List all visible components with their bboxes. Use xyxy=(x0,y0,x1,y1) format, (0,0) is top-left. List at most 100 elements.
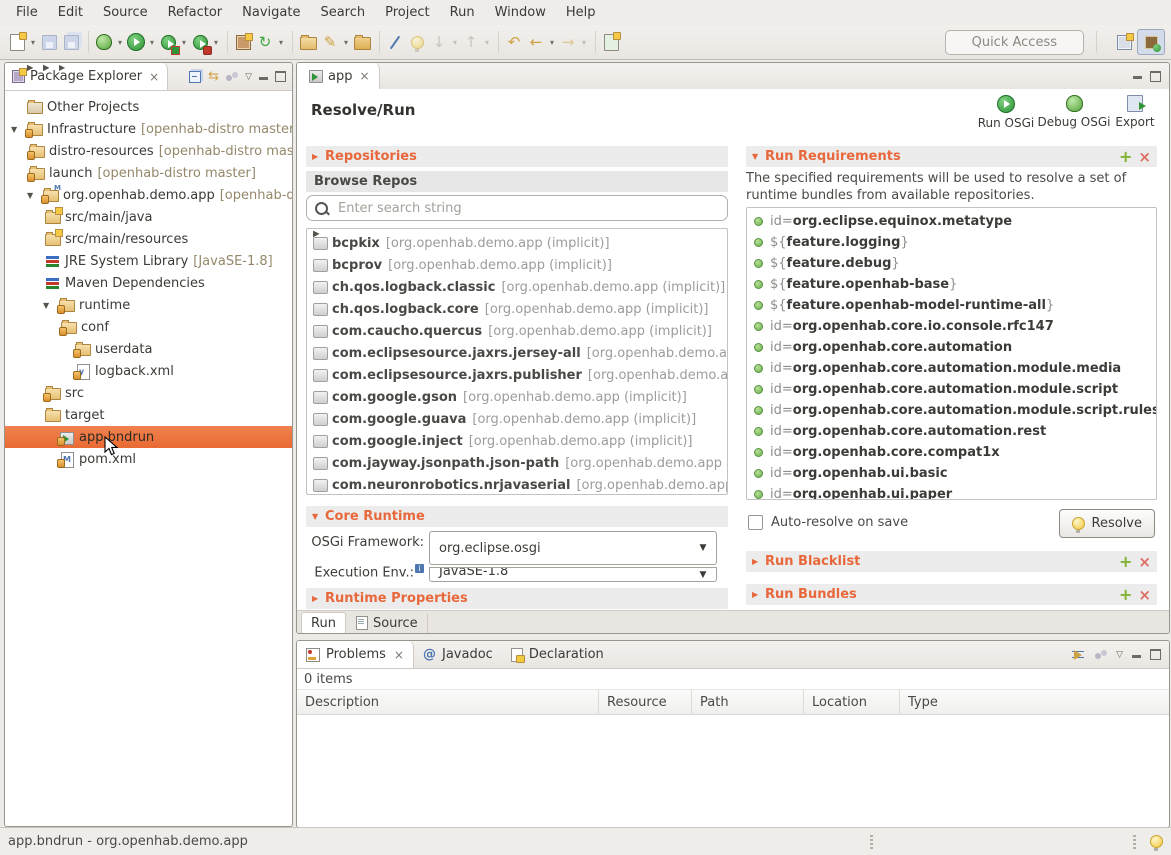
repo-row[interactable]: com.eclipsesource.jaxrs.publisher[org.op… xyxy=(307,364,727,386)
maximize-view-icon[interactable] xyxy=(275,71,286,82)
add-requirement-icon[interactable]: + xyxy=(1119,147,1132,166)
mark-occurrences-icon[interactable] xyxy=(384,30,406,54)
maximize-view-icon[interactable] xyxy=(1150,649,1161,660)
repo-row[interactable]: com.caucho.quercus[org.openhab.demo.app … xyxy=(307,320,727,342)
column-location[interactable]: Location xyxy=(804,690,900,714)
tree-item-conf[interactable]: conf xyxy=(5,316,292,338)
column-path[interactable]: Path xyxy=(692,690,804,714)
new-wizard-icon[interactable] xyxy=(6,30,28,54)
minimize-view-icon[interactable] xyxy=(1132,655,1141,658)
requirement-row[interactable]: id=org.openhab.core.compat1x xyxy=(747,442,1156,463)
export-button[interactable]: Export xyxy=(1111,95,1159,143)
repo-row[interactable]: com.google.guava[org.openhab.demo.app (i… xyxy=(307,408,727,430)
bnd-release-icon[interactable]: ↻ xyxy=(254,30,276,54)
tree-item-src-main-resources[interactable]: src/main/resources xyxy=(5,228,292,250)
external-tools-dropdown[interactable]: ▾ xyxy=(341,30,351,54)
add-blacklist-icon[interactable]: + xyxy=(1119,552,1132,571)
tree-item-app-bndrun[interactable]: app.bndrun xyxy=(5,426,292,448)
new-java-project-icon[interactable] xyxy=(232,30,254,54)
menu-search[interactable]: Search xyxy=(310,2,375,23)
menu-edit[interactable]: Edit xyxy=(48,2,93,23)
menu-project[interactable]: Project xyxy=(375,2,439,23)
column-type[interactable]: Type xyxy=(900,690,1169,714)
tree-item-maven-dependencies[interactable]: Maven Dependencies xyxy=(5,272,292,294)
run-osgi-button[interactable]: Run OSGi xyxy=(975,95,1037,143)
repo-row[interactable]: com.neuronrobotics.nrjavaserial[org.open… xyxy=(307,474,727,495)
tab-problems[interactable]: Problems × xyxy=(297,641,414,668)
back-dropdown[interactable]: ▾ xyxy=(547,30,557,54)
bnd-release-dropdown[interactable]: ▾ xyxy=(276,30,286,54)
repo-row[interactable]: bcprov[org.openhab.demo.app (implicit)] xyxy=(307,254,727,276)
core-runtime-section-header[interactable]: ▼Core Runtime xyxy=(306,506,728,527)
tree-item-userdata[interactable]: userdata xyxy=(5,338,292,360)
repo-row[interactable]: com.google.gson[org.openhab.demo.app (im… xyxy=(307,386,727,408)
repo-row[interactable]: ch.qos.logback.core[org.openhab.demo.app… xyxy=(307,298,727,320)
repo-row[interactable]: ch.qos.logback.classic[org.openhab.demo.… xyxy=(307,276,727,298)
tab-javadoc[interactable]: @ Javadoc xyxy=(414,641,502,668)
requirement-row[interactable]: id=org.openhab.core.automation.module.me… xyxy=(747,358,1156,379)
expand-toggle[interactable] xyxy=(11,125,25,134)
combo-dropdown-icon[interactable]: ▼ xyxy=(690,570,716,580)
last-edit-location-icon[interactable]: ↶ xyxy=(503,30,525,54)
tree-item-org-openhab-demo-app[interactable]: M org.openhab.demo.app [openhab-distro m… xyxy=(5,184,292,206)
focus-task-icon[interactable] xyxy=(1095,650,1107,660)
tree-item-logback-xml[interactable]: y logback.xml xyxy=(5,360,292,382)
tree-item-runtime[interactable]: runtime xyxy=(5,294,292,316)
tree-item-distro-resources[interactable]: distro-resources [openhab-distro master] xyxy=(5,140,292,162)
run-bundles-section-header[interactable]: ▶Run Bundles + × xyxy=(746,584,1157,605)
column-description[interactable]: Description xyxy=(297,690,599,714)
expand-toggle[interactable] xyxy=(27,191,41,200)
menu-help[interactable]: Help xyxy=(556,2,606,23)
menu-refactor[interactable]: Refactor xyxy=(158,2,233,23)
combo-dropdown-icon[interactable]: ▼ xyxy=(690,543,716,553)
external-tools-icon[interactable]: ✎ xyxy=(319,30,341,54)
close-view-icon[interactable]: × xyxy=(149,70,159,84)
repo-row[interactable]: bcpkix[org.openhab.demo.app (implicit)] xyxy=(307,232,727,254)
menu-source[interactable]: Source xyxy=(93,2,158,23)
osgi-framework-combo[interactable]: org.eclipse.osgi ▼ xyxy=(429,531,717,565)
editor-tab-app[interactable]: app × xyxy=(297,63,380,89)
focus-task-icon[interactable] xyxy=(226,72,238,82)
requirement-row[interactable]: id=org.openhab.core.automation.rest xyxy=(747,421,1156,442)
profile-dropdown[interactable]: ▾ xyxy=(211,30,221,54)
requirement-row[interactable]: id=org.openhab.core.automation.module.sc… xyxy=(747,379,1156,400)
profile-icon[interactable] xyxy=(189,30,211,54)
open-perspective-icon[interactable] xyxy=(1111,30,1137,54)
new-wizard-dropdown[interactable]: ▾ xyxy=(28,30,38,54)
expand-toggle[interactable] xyxy=(43,301,57,310)
previous-annotation-icon[interactable]: ↑ xyxy=(460,30,482,54)
link-with-editor-icon[interactable]: ⇆ xyxy=(208,70,219,83)
resolve-button[interactable]: Resolve xyxy=(1059,509,1155,538)
requirement-row[interactable]: id=org.openhab.core.automation xyxy=(747,337,1156,358)
remove-bundle-icon[interactable]: × xyxy=(1138,586,1151,604)
requirement-row[interactable]: id=org.eclipse.equinox.metatype xyxy=(747,211,1156,232)
requirement-row[interactable]: id=org.openhab.core.automation.module.sc… xyxy=(747,400,1156,421)
search-input[interactable] xyxy=(336,200,719,217)
tab-declaration[interactable]: Declaration xyxy=(502,641,613,668)
coverage-dropdown[interactable]: ▾ xyxy=(179,30,189,54)
requirement-row[interactable]: id=org.openhab.ui.basic xyxy=(747,463,1156,484)
maximize-editor-icon[interactable] xyxy=(1150,71,1161,82)
pin-editor-icon[interactable] xyxy=(600,30,622,54)
debug-dropdown[interactable]: ▾ xyxy=(115,30,125,54)
coverage-icon[interactable] xyxy=(157,30,179,54)
quick-access-button[interactable]: Quick Access xyxy=(945,30,1084,55)
requirement-row[interactable]: ${feature.openhab-base} xyxy=(747,274,1156,295)
column-resource[interactable]: Resource xyxy=(599,690,692,714)
requirement-row[interactable]: id=org.openhab.core.io.console.rfc147 xyxy=(747,316,1156,337)
tab-source[interactable]: Source xyxy=(346,612,428,633)
requirement-row[interactable]: id=org.openhab.ui.paper xyxy=(747,484,1156,500)
remove-blacklist-icon[interactable]: × xyxy=(1138,553,1151,571)
save-icon[interactable] xyxy=(38,30,60,54)
previous-annotation-dropdown[interactable]: ▾ xyxy=(482,30,492,54)
repositories-section-header[interactable]: ▶Repositories xyxy=(306,146,728,167)
add-bundle-icon[interactable]: + xyxy=(1119,585,1132,604)
remove-requirement-icon[interactable]: × xyxy=(1138,148,1151,166)
tree-item-pom-xml[interactable]: M pom.xml xyxy=(5,448,292,470)
quick-fix-bulb-icon[interactable] xyxy=(406,30,428,54)
run-dropdown[interactable]: ▾ xyxy=(147,30,157,54)
tree-item-other-projects[interactable]: Other Projects xyxy=(5,96,292,118)
tree-item-jre-system-library[interactable]: JRE System Library [JavaSE-1.8] xyxy=(5,250,292,272)
next-annotation-dropdown[interactable]: ▾ xyxy=(450,30,460,54)
tree-item-infrastructure[interactable]: Infrastructure [openhab-distro master] xyxy=(5,118,292,140)
